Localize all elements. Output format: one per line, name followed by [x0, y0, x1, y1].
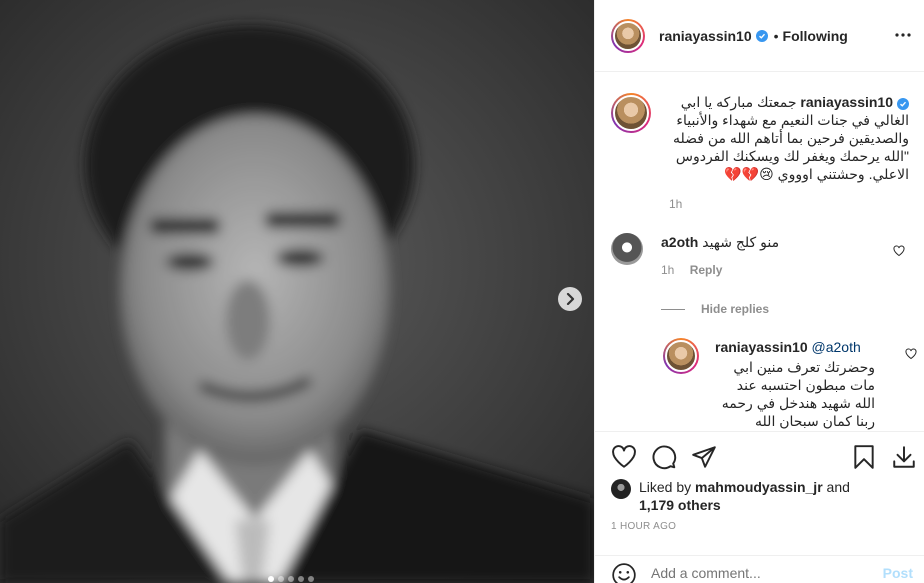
header-separator: •	[773, 27, 779, 44]
author-username[interactable]: raniayassin10	[659, 28, 752, 44]
carousel-dot	[268, 576, 274, 582]
carousel-dot	[278, 576, 284, 582]
caption-text-block: raniayassin10 جمعتك مباركه يا ابي الغالي…	[669, 93, 909, 183]
carousel-dot	[298, 576, 304, 582]
likes-text: Liked by mahmoudyassin_jr and 1,179 othe…	[639, 478, 850, 514]
bookmark-icon[interactable]	[851, 444, 877, 470]
author-avatar[interactable]	[611, 18, 645, 53]
post-button[interactable]: Post	[883, 565, 913, 581]
post-media[interactable]	[0, 0, 594, 583]
next-image-button[interactable]	[558, 287, 582, 311]
heart-icon[interactable]	[893, 245, 905, 257]
reply-text: وحضرتك تعرف منين ابي مات مبطون احتسبه عن…	[721, 359, 875, 429]
liker-username[interactable]: mahmoudyassin_jr	[695, 479, 823, 495]
share-icon[interactable]	[691, 444, 717, 470]
comment-meta: 1h Reply	[661, 263, 779, 277]
verified-icon	[897, 98, 909, 110]
carousel-indicator	[268, 576, 314, 582]
carousel-dot	[288, 576, 294, 582]
commenter-username[interactable]: a2oth	[661, 234, 698, 250]
post-photo	[0, 0, 594, 583]
commenter-avatar[interactable]	[611, 233, 643, 265]
comment-line: a2oth منو كلج شهيد	[661, 233, 779, 251]
reply-username[interactable]: raniayassin10	[715, 339, 808, 355]
hide-replies-line	[661, 308, 685, 310]
reply-button[interactable]: Reply	[690, 263, 723, 277]
comments-section[interactable]: raniayassin10 جمعتك مباركه يا ابي الغالي…	[595, 73, 924, 430]
post-header: raniayassin10 • Following	[595, 0, 924, 72]
caption-time: 1h	[669, 197, 683, 211]
post-timestamp[interactable]: 1 HOUR AGO	[611, 521, 676, 532]
hide-replies-label: Hide replies	[701, 302, 770, 316]
more-icon[interactable]	[893, 25, 913, 45]
heart-icon[interactable]	[905, 348, 917, 360]
verified-icon	[755, 29, 768, 42]
carousel-dot	[308, 576, 314, 582]
comment-text: منو كلج شهيد	[702, 234, 780, 250]
post-actions: Liked by mahmoudyassin_jr and 1,179 othe…	[595, 431, 924, 555]
comment-item: a2oth منو كلج شهيد 1h Reply	[611, 233, 911, 277]
chevron-right-icon	[566, 293, 575, 305]
likes-others[interactable]: 1,179 others	[639, 497, 721, 513]
liker-avatar[interactable]	[611, 479, 631, 499]
reply-item: raniayassin10 @a2oth وحضرتك تعرف منين اب…	[663, 338, 917, 430]
post-panel: raniayassin10 • Following raniayassin10 …	[594, 0, 924, 583]
add-comment-input[interactable]	[651, 565, 851, 581]
likes-summary: Liked by mahmoudyassin_jr and 1,179 othe…	[611, 478, 850, 514]
emoji-icon[interactable]	[611, 562, 637, 583]
likes-prefix: Liked by	[639, 479, 692, 495]
post-caption: raniayassin10 جمعتك مباركه يا ابي الغالي…	[611, 93, 911, 211]
hide-replies-button[interactable]: Hide replies	[661, 302, 769, 316]
comment-icon[interactable]	[651, 444, 677, 470]
reply-avatar[interactable]	[663, 338, 699, 374]
following-button[interactable]: Following	[783, 28, 848, 44]
caption-avatar[interactable]	[611, 93, 651, 133]
reply-header: raniayassin10 @a2oth	[715, 338, 875, 356]
add-comment-bar: Post	[595, 555, 924, 583]
reply-mention[interactable]: @a2oth	[812, 339, 861, 355]
heart-icon[interactable]	[611, 444, 637, 470]
caption-username[interactable]: raniayassin10	[800, 93, 909, 111]
likes-and: and	[826, 479, 850, 495]
download-icon[interactable]	[891, 444, 917, 470]
comment-time: 1h	[661, 263, 675, 277]
